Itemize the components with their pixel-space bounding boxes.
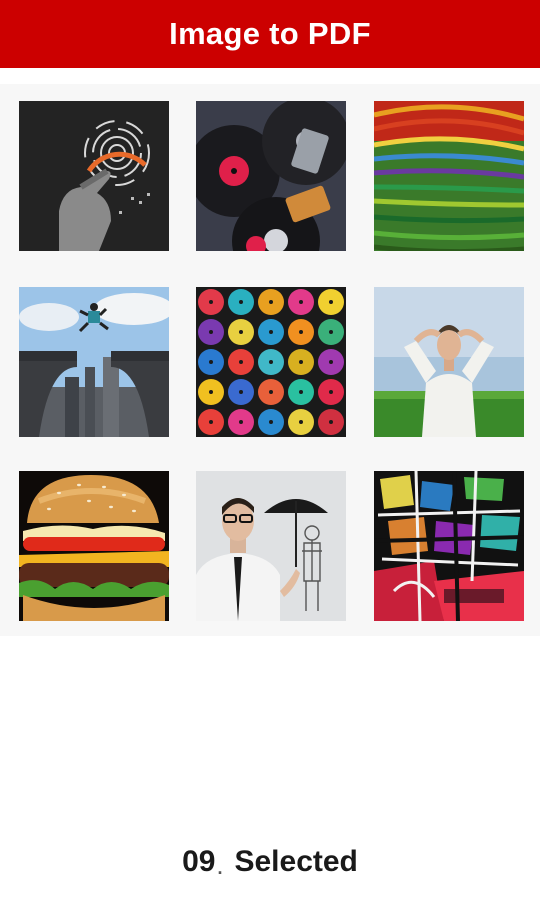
thumb-hamburger[interactable] — [19, 471, 169, 621]
thumb-man-relaxing-field[interactable] — [374, 287, 524, 437]
selected-label: Selected — [234, 845, 358, 878]
thumb-man-jumping-bridge-gap[interactable] — [19, 287, 169, 437]
thumb-abstract-graffiti[interactable] — [374, 471, 524, 621]
thumb-touch-interface[interactable] — [19, 101, 169, 251]
page-title: Image to PDF — [169, 16, 371, 51]
app-header: Image to PDF — [0, 0, 540, 68]
selection-counter: 09 . Selected — [0, 832, 540, 892]
count-separator: . — [217, 857, 223, 878]
thumb-colorful-paint-strokes[interactable] — [374, 101, 524, 251]
thumb-businessman-umbrella[interactable] — [196, 471, 346, 621]
image-grid — [0, 84, 540, 636]
thumb-vinyl-records-cassettes[interactable] — [196, 101, 346, 251]
selected-count: 09 — [182, 845, 216, 878]
thumb-colorful-vinyl-discs[interactable] — [196, 287, 346, 437]
